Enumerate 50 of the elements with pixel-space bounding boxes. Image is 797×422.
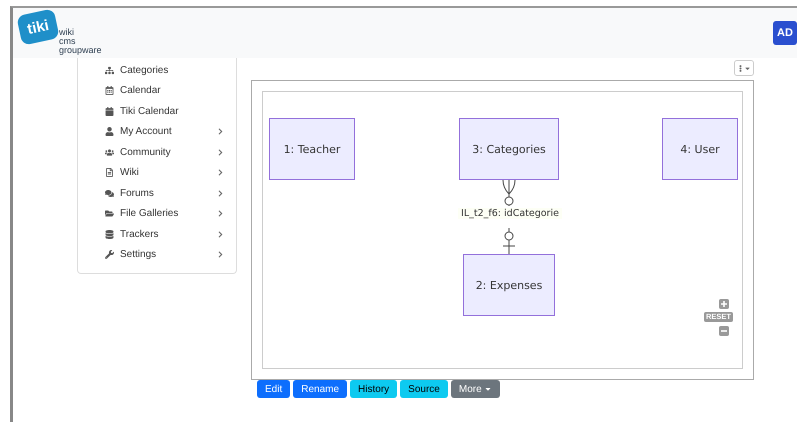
sidebar-item[interactable]: Tiki Calendar xyxy=(78,101,236,122)
entity-box: 2: Expenses xyxy=(463,254,555,316)
chevron-icon xyxy=(217,230,224,238)
action-button[interactable]: Rename xyxy=(293,380,348,398)
sidebar-item[interactable]: Wiki xyxy=(78,162,236,183)
logo-mark: tiki xyxy=(16,8,60,46)
sidebar-item[interactable]: Forums xyxy=(78,183,236,204)
comments-icon xyxy=(105,188,114,198)
entity-box: 3: Categories xyxy=(459,118,559,180)
user-avatar[interactable]: AD xyxy=(773,21,797,45)
logo-text: cms xyxy=(59,36,76,46)
wrench-icon xyxy=(105,250,114,260)
users-icon xyxy=(105,148,114,157)
minus-icon xyxy=(721,328,727,334)
caret-icon xyxy=(484,385,492,393)
action-button[interactable]: History xyxy=(350,380,398,398)
plus-icon xyxy=(721,301,727,307)
relationship-label: IL_t2_f6: idCategorie xyxy=(458,208,562,219)
zoom-out-button[interactable] xyxy=(719,326,729,336)
chevron-icon xyxy=(217,190,224,197)
chevron-icon xyxy=(217,251,224,258)
sidebar-item[interactable]: Settings xyxy=(78,244,236,265)
sidebar-item[interactable]: Categories xyxy=(78,60,236,80)
sidebar-item[interactable]: File Galleries xyxy=(78,204,236,224)
calendar-icon xyxy=(105,106,114,116)
options-button[interactable] xyxy=(734,60,754,76)
chevron-icon xyxy=(217,148,224,156)
sidebar-item[interactable]: My Account xyxy=(78,122,236,142)
action-button[interactable]: Edit xyxy=(257,380,290,398)
action-button[interactable]: Source xyxy=(400,380,448,398)
logo-text: groupware xyxy=(59,46,102,54)
chevron-icon xyxy=(217,128,224,136)
ellipsis-icon xyxy=(737,64,744,72)
sidebar-item[interactable]: Trackers xyxy=(78,224,236,244)
sidebar-item[interactable]: Community xyxy=(78,142,236,162)
action-button[interactable]: More xyxy=(450,380,500,398)
sitemap-icon xyxy=(105,66,114,75)
chevron-icon xyxy=(217,169,224,176)
chevron-icon xyxy=(217,210,224,218)
user-icon xyxy=(105,127,114,136)
file-icon xyxy=(105,168,114,178)
entity-box: 4: User xyxy=(662,118,738,180)
entity-box: 1: Teacher xyxy=(269,118,355,180)
zoom-in-button[interactable] xyxy=(719,299,729,309)
sidebar-item[interactable]: Calendar xyxy=(78,80,236,101)
database-icon xyxy=(105,230,114,239)
caret-icon xyxy=(744,64,751,72)
calendar-icon xyxy=(105,86,114,96)
logo-text: wiki xyxy=(59,28,75,36)
folder-icon xyxy=(105,209,114,218)
